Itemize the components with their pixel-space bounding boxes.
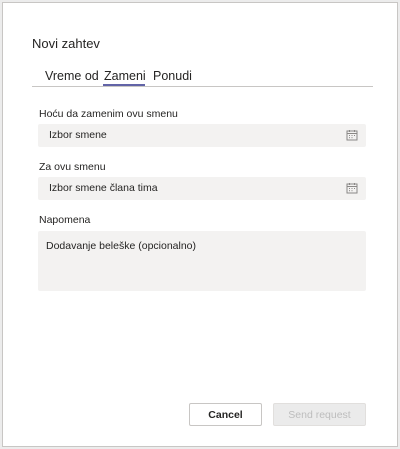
tab-bar: Vreme od Zameni Ponudi xyxy=(32,67,373,87)
send-request-button[interactable]: Send request xyxy=(273,403,366,426)
my-shift-placeholder: Izbor smene xyxy=(49,129,107,141)
other-shift-picker[interactable]: Izbor smene člana tima xyxy=(38,177,366,200)
my-shift-picker[interactable]: Izbor smene xyxy=(38,124,366,147)
selected-tab-indicator xyxy=(103,84,145,86)
new-request-dialog: Novi zahtev Vreme od Zameni Ponudi Hoću … xyxy=(2,2,398,447)
other-shift-placeholder: Izbor smene člana tima xyxy=(49,182,158,194)
tab-time-off[interactable]: Vreme od xyxy=(45,69,99,83)
tab-swap[interactable]: Zameni xyxy=(104,69,146,83)
dialog-title: Novi zahtev xyxy=(32,36,100,51)
note-placeholder: Dodavanje beleške (opcionalno) xyxy=(46,240,197,252)
cancel-button[interactable]: Cancel xyxy=(189,403,262,426)
note-label: Napomena xyxy=(39,214,91,226)
tab-offer[interactable]: Ponudi xyxy=(153,69,192,83)
my-shift-label: Hoću da zamenim ovu smenu xyxy=(39,108,178,120)
other-shift-label: Za ovu smenu xyxy=(39,161,106,173)
note-textarea[interactable]: Dodavanje beleške (opcionalno) xyxy=(38,231,366,291)
calendar-icon xyxy=(346,183,358,194)
calendar-icon xyxy=(346,130,358,141)
